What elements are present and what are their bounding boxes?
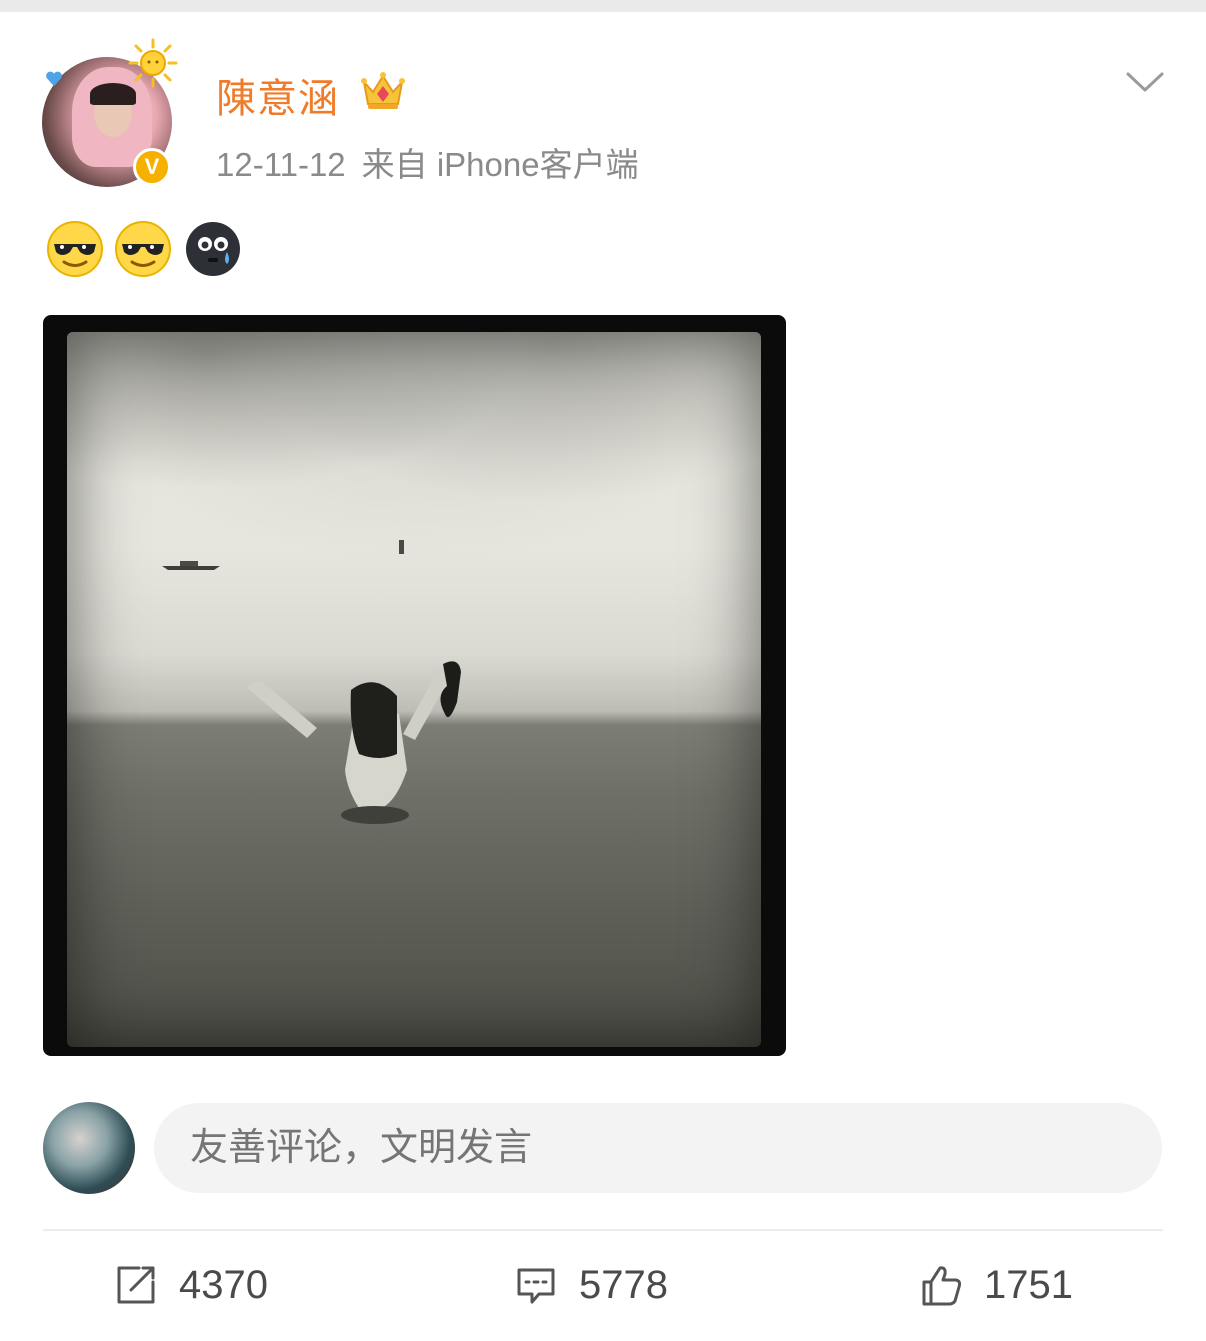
comment-button[interactable]: 5778 <box>513 1258 668 1312</box>
username[interactable]: 陳意涵 <box>216 66 339 124</box>
cool-sunglasses-emoji <box>47 221 103 277</box>
comment-input[interactable] <box>154 1103 1162 1193</box>
top-bar <box>0 0 1206 12</box>
crying-emoji <box>186 222 240 276</box>
divider <box>43 1229 1163 1231</box>
heart-icon <box>46 71 62 87</box>
timestamp: 12-11-12 <box>216 146 346 183</box>
crown-icon <box>361 72 405 109</box>
cool-sunglasses-emoji <box>115 221 171 277</box>
like-button[interactable]: 1751 <box>918 1258 1073 1312</box>
beach-photo <box>67 332 761 1047</box>
chevron-down-icon[interactable] <box>1124 66 1166 96</box>
like-count: 1751 <box>984 1262 1073 1307</box>
sun-icon <box>128 38 178 88</box>
post-source: 来自 iPhone客户端 <box>361 146 639 183</box>
repost-count: 4370 <box>179 1262 268 1307</box>
comment-count: 5778 <box>579 1262 668 1307</box>
comment-icon <box>517 1268 555 1304</box>
thumbs-up-icon <box>922 1266 962 1306</box>
user-avatar[interactable] <box>43 1102 135 1194</box>
repost-button[interactable]: 4370 <box>113 1258 268 1312</box>
repost-icon <box>117 1266 155 1304</box>
post-image[interactable] <box>43 315 786 1056</box>
verified-badge: V <box>133 148 171 186</box>
post-meta: 12-11-12 来自 iPhone客户端 <box>216 138 639 186</box>
